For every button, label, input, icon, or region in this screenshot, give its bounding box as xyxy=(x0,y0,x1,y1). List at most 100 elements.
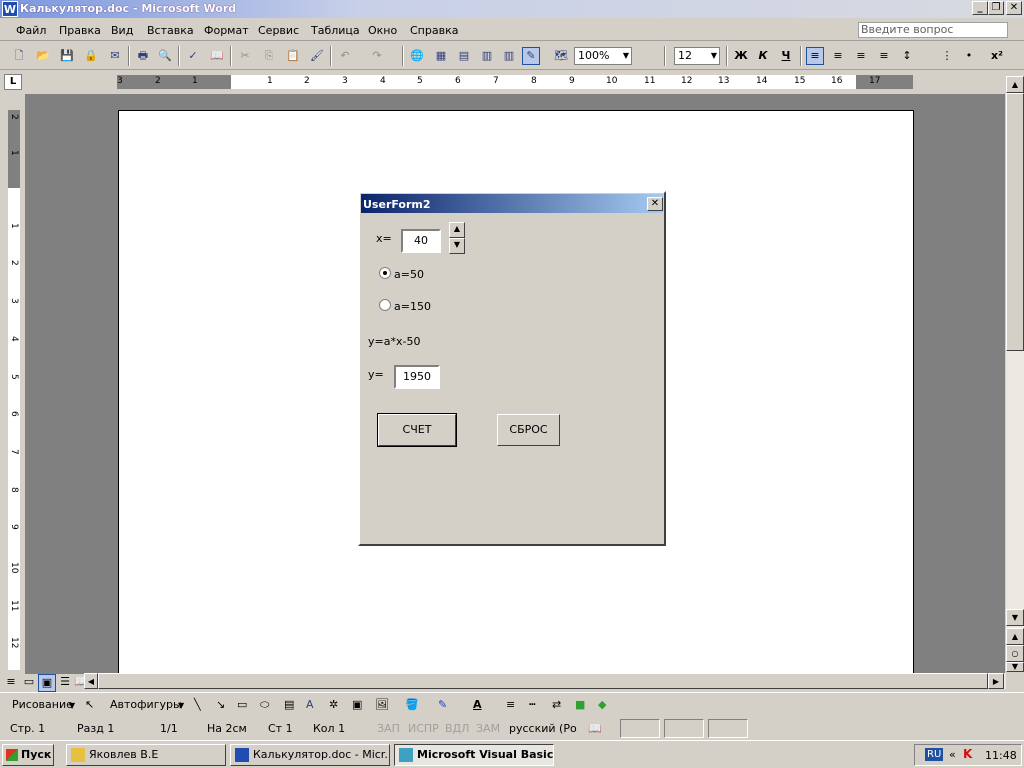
radio-a150-label[interactable]: a=150 xyxy=(394,300,431,313)
spin-up-button[interactable]: ▲ xyxy=(449,222,465,238)
align-right-icon[interactable]: ≡ xyxy=(852,48,870,64)
fill-color-icon[interactable]: 🪣 xyxy=(405,698,419,711)
open-icon[interactable]: 📂 xyxy=(34,48,52,64)
userform-close-button[interactable]: ✕ xyxy=(647,197,663,211)
vertical-scroll-thumb[interactable] xyxy=(1006,93,1024,351)
shadow-style-icon[interactable]: ■ xyxy=(575,698,585,711)
diagram-icon[interactable]: ✲ xyxy=(329,698,338,711)
font-color-icon[interactable]: A xyxy=(473,698,482,711)
vertical-ruler[interactable]: 2 1 1 2 3 4 5 6 7 8 9 10 11 12 xyxy=(8,110,20,670)
status-ovr[interactable]: ЗАМ xyxy=(476,722,500,735)
insert-excel-icon[interactable]: ▥ xyxy=(478,48,496,64)
arrow-style-icon[interactable]: ⇄ xyxy=(552,698,561,711)
document-map-icon[interactable]: 🗺 xyxy=(552,48,570,64)
antivirus-icon[interactable]: K xyxy=(963,747,972,761)
3d-style-icon[interactable]: ◆ xyxy=(598,698,606,711)
horizontal-scrollbar[interactable]: ◀ ▶ xyxy=(84,673,1006,689)
task-word[interactable]: Калькулятор.doc - Micr... xyxy=(230,744,390,766)
superscript-button[interactable]: x² xyxy=(988,48,1006,64)
tables-borders-icon[interactable]: ▦ xyxy=(432,48,450,64)
scroll-left-button[interactable]: ◀ xyxy=(84,673,98,689)
radio-a150[interactable] xyxy=(379,299,391,311)
format-painter-icon[interactable]: 🖌 xyxy=(308,48,326,64)
task-folder[interactable]: Яковлев В.Е xyxy=(66,744,226,766)
radio-a50-label[interactable]: a=50 xyxy=(394,268,424,281)
print-preview-icon[interactable]: 🔍 xyxy=(156,48,174,64)
task-vba[interactable]: Microsoft Visual Basic... xyxy=(394,744,554,766)
radio-a50[interactable] xyxy=(379,267,391,279)
web-view-icon[interactable]: ▭ xyxy=(20,674,38,690)
select-objects-icon[interactable]: ↖ xyxy=(85,698,94,711)
restore-button[interactable]: ❐ xyxy=(988,1,1004,15)
vertical-scrollbar[interactable]: ▲ ▼ ▲ ○ ▼ xyxy=(1006,76,1024,672)
scroll-right-button[interactable]: ▶ xyxy=(988,673,1004,689)
menu-insert[interactable]: Вставка xyxy=(147,24,194,37)
menu-tools[interactable]: Сервис xyxy=(258,24,299,37)
drawing-menu[interactable]: Рисование xyxy=(12,698,73,711)
print-icon[interactable]: 🖶 xyxy=(134,48,152,64)
status-rec[interactable]: ЗАП xyxy=(377,722,400,735)
bold-button[interactable]: Ж xyxy=(732,48,750,64)
previous-page-button[interactable]: ▲ xyxy=(1006,628,1024,645)
horizontal-scroll-thumb[interactable] xyxy=(98,673,988,689)
status-ext[interactable]: ВДЛ xyxy=(445,722,469,735)
arrow-icon[interactable]: ↘ xyxy=(216,698,225,711)
bullets-icon[interactable]: • xyxy=(960,48,978,64)
status-trk[interactable]: ИСПР xyxy=(408,722,439,735)
spin-down-button[interactable]: ▼ xyxy=(449,238,465,254)
minimize-button[interactable]: _ xyxy=(972,1,988,15)
reset-button[interactable]: СБРОС xyxy=(497,414,560,446)
cut-icon[interactable]: ✂ xyxy=(236,48,254,64)
line-color-icon[interactable]: ✎ xyxy=(438,698,447,711)
line-icon[interactable]: ╲ xyxy=(194,698,201,711)
hyperlink-icon[interactable]: 🌐 xyxy=(408,48,426,64)
save-icon[interactable]: 💾 xyxy=(58,48,76,64)
columns-icon[interactable]: ▥ xyxy=(500,48,518,64)
dash-style-icon[interactable]: ┅ xyxy=(529,698,536,711)
undo-icon[interactable]: ↶ xyxy=(336,48,354,64)
oval-icon[interactable]: ⬭ xyxy=(260,698,269,712)
permission-icon[interactable]: 🔒 xyxy=(82,48,100,64)
language-indicator[interactable]: RU xyxy=(925,748,944,761)
font-size-combo[interactable]: 12 ▼ xyxy=(674,47,720,65)
next-page-button[interactable]: ▼ xyxy=(1006,662,1024,672)
textbox-icon[interactable]: ▤ xyxy=(284,698,294,711)
picture-icon[interactable]: 🖼 xyxy=(375,698,389,711)
insert-table-icon[interactable]: ▤ xyxy=(455,48,473,64)
research-icon[interactable]: 📖 xyxy=(208,48,226,64)
drawing-icon[interactable]: ✎ xyxy=(522,47,540,65)
tab-selector[interactable]: L xyxy=(4,74,22,90)
line-style-icon[interactable]: ≡ xyxy=(506,698,515,711)
y-output[interactable]: 1950 xyxy=(394,365,440,389)
scroll-down-button[interactable]: ▼ xyxy=(1006,609,1024,626)
new-icon[interactable]: 🗋 xyxy=(10,48,28,64)
menu-table[interactable]: Таблица xyxy=(311,24,360,37)
numbering-icon[interactable]: ⋮ xyxy=(938,48,956,64)
calc-button[interactable]: СЧЕТ xyxy=(377,413,457,447)
normal-view-icon[interactable]: ≡ xyxy=(2,674,20,690)
rectangle-icon[interactable]: ▭ xyxy=(237,698,247,711)
print-layout-icon[interactable]: ▣ xyxy=(38,674,56,692)
scroll-up-button[interactable]: ▲ xyxy=(1006,76,1024,93)
spelling-status-icon[interactable]: 📖 xyxy=(588,722,602,735)
menu-help[interactable]: Справка xyxy=(410,24,458,37)
align-center-icon[interactable]: ≡ xyxy=(829,48,847,64)
line-spacing-icon[interactable]: ↕ xyxy=(898,48,916,64)
select-browse-object-button[interactable]: ○ xyxy=(1006,645,1024,662)
horizontal-ruler[interactable]: 3 2 1 1 2 3 4 5 6 7 8 9 10 11 12 13 14 1… xyxy=(117,75,913,89)
paste-icon[interactable]: 📋 xyxy=(284,48,302,64)
menu-view[interactable]: Вид xyxy=(111,24,133,37)
autoshapes-menu[interactable]: Автофигуры xyxy=(110,698,182,711)
email-icon[interactable]: ✉ xyxy=(106,48,124,64)
underline-button[interactable]: Ч xyxy=(777,48,795,64)
italic-button[interactable]: К xyxy=(754,48,772,64)
start-button[interactable]: Пуск xyxy=(2,744,54,766)
zoom-combo[interactable]: 100% ▼ xyxy=(574,47,632,65)
userform-titlebar[interactable]: UserForm2 ✕ xyxy=(361,194,663,213)
wordart-icon[interactable]: A xyxy=(306,698,314,711)
menu-file[interactable]: Файл xyxy=(16,24,46,37)
redo-icon[interactable]: ↷ xyxy=(368,48,386,64)
copy-icon[interactable]: ⎘ xyxy=(260,48,278,64)
spelling-icon[interactable]: ✓ xyxy=(184,48,202,64)
align-left-icon[interactable]: ≡ xyxy=(806,47,824,65)
